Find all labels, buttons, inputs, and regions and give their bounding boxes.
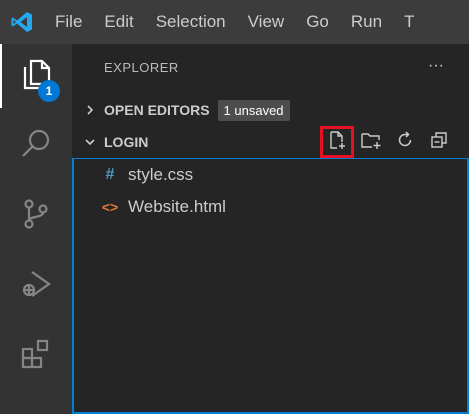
refresh-icon [395,130,415,155]
file-tree: # style.css <> Website.html [72,158,469,414]
activity-search[interactable] [0,114,72,178]
title-bar: File Edit Selection View Go Run T [0,0,469,44]
explorer-title: EXPLORER [104,60,179,75]
file-item-style-css[interactable]: # style.css [74,159,467,191]
file-name: style.css [128,165,194,184]
menu-bar: File Edit Selection View Go Run T [44,0,425,44]
activity-run-debug[interactable] [0,254,72,318]
activity-explorer[interactable]: 1 [0,44,72,108]
activity-extensions[interactable] [0,324,72,388]
collapse-all-button[interactable] [422,126,456,158]
menu-selection[interactable]: Selection [145,0,237,44]
explorer-badge: 1 [38,80,60,102]
folder-toolbar [320,126,456,158]
menu-view[interactable]: View [237,0,296,44]
activity-source-control[interactable] [0,184,72,248]
new-file-icon [327,130,347,155]
folder-label: LOGIN [104,134,149,150]
menu-terminal[interactable]: T [393,0,425,44]
menu-go[interactable]: Go [295,0,340,44]
unsaved-badge: 1 unsaved [217,99,290,121]
more-actions-icon[interactable]: ··· [424,56,448,76]
collapse-all-icon [429,130,449,155]
vscode-logo-icon [0,0,44,44]
search-icon [19,127,53,166]
open-editors-label: OPEN EDITORS [104,102,210,118]
chevron-right-icon [80,100,100,120]
menu-edit[interactable]: Edit [93,0,144,44]
css-file-icon: # [105,166,115,183]
extensions-icon [19,337,53,376]
folder-header[interactable]: LOGIN [72,126,469,158]
open-editors-header[interactable]: OPEN EDITORS 1 unsaved [72,94,469,126]
menu-run[interactable]: Run [340,0,393,44]
file-name: Website.html [128,197,226,216]
source-control-icon [19,197,53,236]
new-folder-button[interactable] [354,126,388,158]
file-item-website-html[interactable]: <> Website.html [74,191,467,223]
refresh-button[interactable] [388,126,422,158]
chevron-down-icon [80,132,100,152]
activity-bar: 1 [0,44,72,414]
menu-file[interactable]: File [44,0,93,44]
run-debug-icon [19,267,53,306]
new-file-button[interactable] [320,126,354,158]
new-folder-icon [360,130,382,155]
html-file-icon: <> [101,199,119,215]
explorer-sidebar: EXPLORER ··· OPEN EDITORS 1 unsaved LOGI… [72,44,469,414]
